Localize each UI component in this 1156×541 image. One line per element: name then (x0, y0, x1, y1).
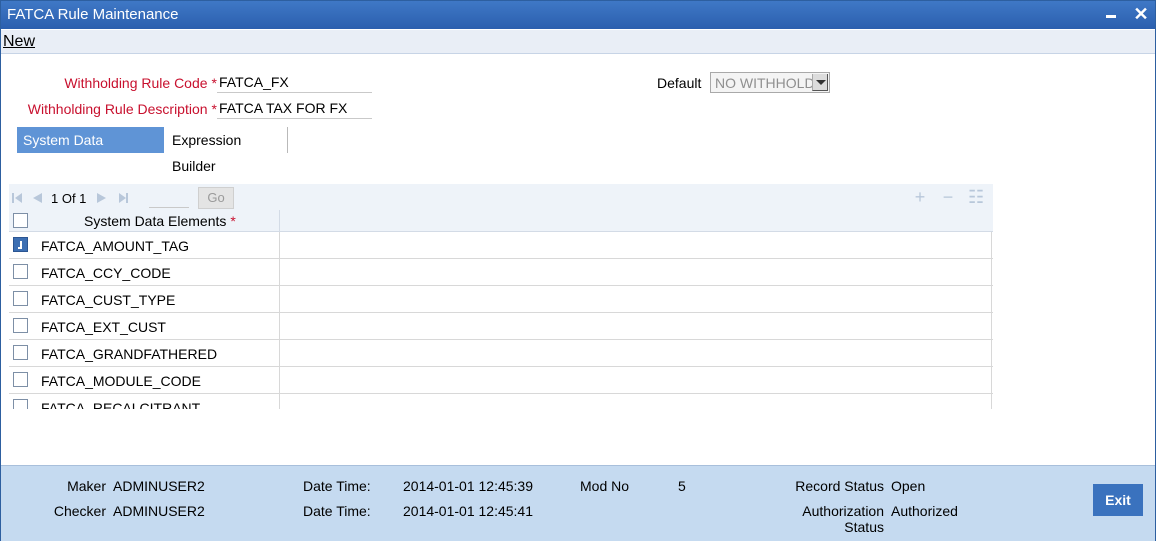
go-button[interactable]: Go (198, 187, 234, 209)
row-element-name: FATCA_EXT_CUST (41, 319, 166, 335)
default-label: Default (657, 75, 702, 91)
select-all-checkbox[interactable] (13, 213, 28, 228)
chevron-down-icon[interactable] (812, 74, 828, 91)
authorization-status-value: Authorized (891, 503, 958, 519)
checker-value: ADMINUSER2 (113, 503, 205, 519)
authorization-status-label-line2: Status (844, 519, 884, 535)
close-icon[interactable]: ✕ (1132, 4, 1150, 24)
column-divider (279, 313, 280, 340)
rule-desc-label: Withholding Rule Description (27, 101, 208, 117)
column-divider (279, 394, 280, 409)
grid-edge (991, 259, 992, 286)
single-view-icon[interactable]: ☷ (968, 188, 984, 206)
new-menu-link[interactable]: New (3, 33, 35, 51)
column-divider (279, 232, 280, 259)
mod-no-label: Mod No (580, 478, 630, 494)
next-page-icon[interactable] (97, 193, 106, 203)
page-indicator: 1 Of 1 (51, 191, 87, 206)
tab-system-data-elements[interactable]: System Data Elements (17, 127, 164, 174)
title-bar: FATCA Rule Maintenance ✕ (1, 1, 1155, 29)
row-element-name: FATCA_GRANDFATHERED (41, 346, 218, 362)
row-checkbox[interactable] (13, 237, 28, 252)
system-data-elements-grid: 1 Of 1 Go + − ☷ System Data Elements * FA… (9, 184, 993, 409)
grid-edge (991, 232, 992, 259)
checker-datetime-value: 2014-01-01 12:45:41 (403, 503, 533, 519)
rule-desc-label-wrap: Withholding Rule Description * (21, 101, 217, 117)
maker-datetime-label: Date Time: (303, 478, 371, 494)
default-select-value: NO WITHHOLD (715, 75, 815, 91)
column-header-system-data-elements: System Data Elements * (84, 213, 236, 229)
default-select[interactable]: NO WITHHOLD (710, 72, 830, 93)
window-title: FATCA Rule Maintenance (7, 6, 179, 23)
column-divider (279, 340, 280, 367)
last-page-icon[interactable] (119, 193, 129, 203)
rule-code-input[interactable] (217, 71, 372, 93)
table-row[interactable]: FATCA_GRANDFATHERED (9, 340, 993, 367)
delete-row-icon[interactable]: − (940, 188, 956, 206)
row-checkbox[interactable] (13, 264, 28, 279)
rule-code-label-wrap: Withholding Rule Code * (61, 75, 217, 91)
column-divider (279, 259, 280, 286)
authorization-status-label-line1: Authorization (802, 503, 884, 519)
audit-footer: Maker ADMINUSER2 Checker ADMINUSER2 Date… (1, 465, 1155, 541)
column-divider (279, 367, 280, 394)
previous-page-icon[interactable] (33, 193, 42, 203)
table-row[interactable]: FATCA_RECALCITRANT (9, 394, 993, 409)
row-checkbox[interactable] (13, 345, 28, 360)
record-status-label: Record Status (795, 478, 884, 494)
rule-desc-input[interactable] (217, 97, 372, 119)
column-header-label: System Data Elements (84, 213, 227, 229)
table-header: System Data Elements * (9, 210, 993, 232)
exit-button[interactable]: Exit (1093, 484, 1143, 516)
table-row[interactable]: FATCA_CUST_TYPE (9, 286, 993, 313)
row-checkbox[interactable] (13, 291, 28, 306)
maker-datetime-value: 2014-01-01 12:45:39 (403, 478, 533, 494)
row-checkbox[interactable] (13, 318, 28, 333)
checker-label: Checker (53, 503, 106, 519)
table-row[interactable]: FATCA_EXT_CUST (9, 313, 993, 340)
maker-value: ADMINUSER2 (113, 478, 205, 494)
required-mark: * (230, 213, 236, 229)
grid-edge (991, 340, 992, 367)
row-element-name: FATCA_MODULE_CODE (41, 373, 201, 389)
minimize-icon[interactable] (1105, 7, 1119, 23)
row-element-name: FATCA_AMOUNT_TAG (41, 238, 190, 254)
fatca-rule-maintenance-window: FATCA Rule Maintenance ✕ New Withholding… (0, 0, 1156, 541)
grid-table: System Data Elements * FATCA_AMOUNT_TAG F… (9, 210, 993, 409)
add-row-icon[interactable]: + (912, 188, 928, 206)
grid-edge (991, 394, 992, 409)
table-row[interactable]: FATCA_MODULE_CODE (9, 367, 993, 394)
column-divider (279, 286, 280, 313)
checker-datetime-label: Date Time: (303, 503, 371, 519)
mod-no-value: 5 (678, 478, 686, 494)
table-row[interactable]: FATCA_AMOUNT_TAG (9, 232, 993, 259)
rule-code-label: Withholding Rule Code (64, 75, 208, 91)
table-row[interactable]: FATCA_CCY_CODE (9, 259, 993, 286)
tab-expression-builder[interactable]: Expression Builder (166, 127, 288, 174)
column-divider (279, 210, 280, 232)
row-element-name: FATCA_CCY_CODE (41, 265, 171, 281)
record-status-value: Open (891, 478, 926, 494)
grid-edge (991, 286, 992, 313)
grid-edge (991, 367, 992, 394)
row-checkbox[interactable] (13, 372, 28, 387)
row-element-name: FATCA_CUST_TYPE (41, 292, 176, 308)
maker-label: Maker (67, 478, 106, 494)
first-page-icon[interactable] (12, 193, 22, 203)
row-element-name: FATCA_RECALCITRANT (41, 400, 201, 409)
menu-bar: New (1, 30, 1155, 54)
page-number-input[interactable] (149, 188, 189, 208)
row-checkbox[interactable] (13, 399, 28, 409)
grid-edge (991, 313, 992, 340)
grid-toolbar: 1 Of 1 Go + − ☷ (9, 184, 993, 210)
